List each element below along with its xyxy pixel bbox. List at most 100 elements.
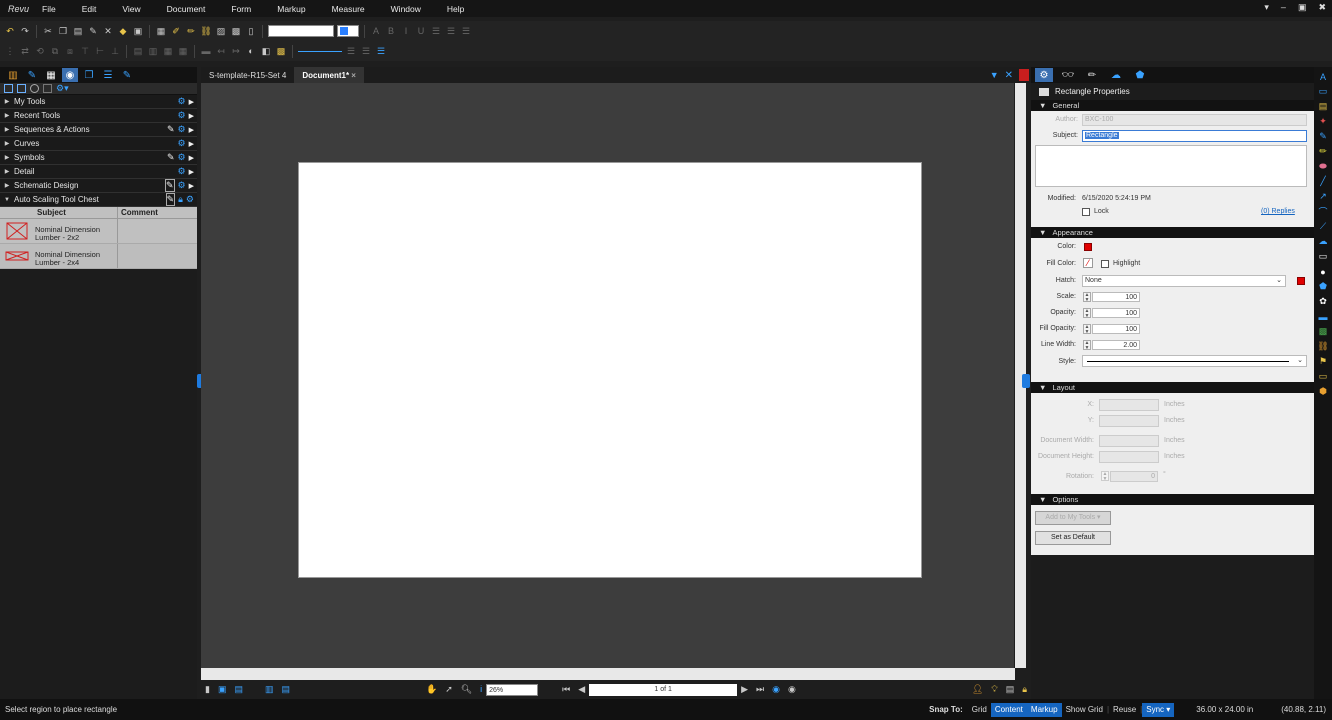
properties-icon[interactable]: ▯ xyxy=(245,25,257,37)
tool-chest-section-auto-scaling[interactable]: ▼ Auto Scaling Tool Chest ✎ 🔒︎ ⚙ xyxy=(0,193,197,207)
font-size-icon[interactable]: A xyxy=(370,25,382,37)
gear-icon[interactable]: ⚙ xyxy=(178,180,186,191)
undo-icon[interactable]: ↶ xyxy=(4,25,16,37)
opacity-spinner[interactable]: ▲ ▼ xyxy=(1083,308,1091,319)
previous-view-icon[interactable]: ◉ xyxy=(772,684,780,695)
gear-icon[interactable]: ⚙ xyxy=(178,96,186,107)
comment-column-header[interactable]: Comment xyxy=(118,207,197,218)
table-row[interactable]: Nominal Dimension Lumber - 2x2 xyxy=(0,219,197,244)
line-end-icon[interactable]: ↦ xyxy=(230,45,242,57)
image-tool-icon[interactable]: ▩ xyxy=(1318,326,1329,337)
document-canvas[interactable] xyxy=(201,83,1014,668)
thumbnails-icon[interactable]: ▦ xyxy=(43,68,59,82)
snap-content-toggle[interactable]: Content xyxy=(990,702,1027,717)
single-page-icon[interactable]: ▮ xyxy=(205,684,210,695)
table-icon[interactable]: ▦ xyxy=(177,45,189,57)
last-page-icon[interactable]: ⏭ xyxy=(756,684,764,695)
underline-icon[interactable]: U xyxy=(415,25,427,37)
gear-icon[interactable]: ⚙ xyxy=(178,110,186,121)
close-window-icon[interactable]: ✖ xyxy=(1318,2,1326,13)
arrow-tool-icon[interactable]: ↗ xyxy=(1318,191,1329,202)
line-style-icon[interactable]: ☰ xyxy=(360,45,372,57)
menu-markup[interactable]: Markup xyxy=(265,4,319,14)
panel-pin-icon[interactable] xyxy=(1019,69,1029,81)
cloud-tool-icon[interactable]: ☁ xyxy=(1318,236,1329,247)
first-page-icon[interactable]: ⏮ xyxy=(562,684,570,695)
opacity-field[interactable]: 100 xyxy=(1092,308,1140,318)
hatch-icon[interactable]: ▩ xyxy=(275,45,287,57)
horizontal-scrollbar[interactable] xyxy=(201,668,1015,680)
text-select-icon[interactable]: Ꭵ xyxy=(480,684,482,695)
split-vertical-icon[interactable]: ▥ xyxy=(265,684,274,695)
capture-icon[interactable]: ▣ xyxy=(132,25,144,37)
note-icon[interactable]: ▤ xyxy=(1318,101,1329,112)
table-row[interactable]: Nominal Dimension Lumber - 2x4 xyxy=(0,244,197,269)
search-tab-icon[interactable]: 👓︎ xyxy=(1059,68,1077,82)
play-icon[interactable]: ▶ xyxy=(189,112,194,120)
menu-form[interactable]: Form xyxy=(219,4,265,14)
flag-icon[interactable]: ⚑ xyxy=(1318,356,1329,367)
layers-icon[interactable]: ❐ xyxy=(81,68,97,82)
close-document-icon[interactable]: ✕ xyxy=(1005,70,1013,81)
snap-markup-toggle[interactable]: Markup xyxy=(1026,702,1062,717)
right-panel-collapse-handle[interactable] xyxy=(1022,374,1030,388)
menu-edit[interactable]: Edit xyxy=(70,4,111,14)
scale-spinner[interactable]: ▲ ▼ xyxy=(1083,292,1091,303)
tool-chest-section-symbols[interactable]: ▶ Symbols ✎ ⚙ ▶ xyxy=(0,151,197,165)
scale-field[interactable]: 100 xyxy=(1092,292,1140,302)
continuous-icon[interactable]: ▣ xyxy=(218,684,227,695)
gear-icon[interactable]: ⚙ xyxy=(178,138,186,149)
fill-icon[interactable]: ◐ xyxy=(245,45,257,57)
reuse-toggle[interactable]: Reuse xyxy=(1109,703,1140,717)
lock-checkbox[interactable] xyxy=(1082,208,1090,216)
pen-icon[interactable]: ✎ xyxy=(167,152,175,163)
link-icon[interactable]: ⛓ xyxy=(200,25,212,37)
tool-chest-settings-icon[interactable]: ⚙▾ xyxy=(56,83,69,94)
align-center-icon[interactable]: ☰ xyxy=(445,25,457,37)
font-color-select[interactable] xyxy=(337,25,359,37)
view-icon[interactable] xyxy=(30,84,39,93)
menu-view[interactable]: View xyxy=(110,4,154,14)
fill-opacity-field[interactable]: 100 xyxy=(1092,324,1140,334)
file-access-icon[interactable]: ▥ xyxy=(5,68,21,82)
line-pattern-icon[interactable]: ☰ xyxy=(375,45,387,57)
measure-tool-icon[interactable]: ▬ xyxy=(1318,311,1329,322)
minimize-icon[interactable]: – xyxy=(1281,2,1286,13)
arrange-back-icon[interactable]: ▥ xyxy=(147,45,159,57)
line-width-field[interactable]: 2.00 xyxy=(1092,340,1140,350)
cloud-plus-icon[interactable]: ✿ xyxy=(1318,296,1329,307)
page-indicator[interactable]: 1 of 1 xyxy=(589,683,738,696)
stamp-icon[interactable]: ◆ xyxy=(117,25,129,37)
align-top-icon[interactable]: ⊤ xyxy=(79,45,91,57)
select-icon[interactable]: ➚ xyxy=(445,684,453,695)
tab-s-template[interactable]: S-template-R15-Set 4 xyxy=(201,67,294,83)
copy-icon[interactable]: ❐ xyxy=(57,25,69,37)
pen-icon[interactable]: ✎ xyxy=(167,124,175,135)
play-icon[interactable]: ▶ xyxy=(189,140,194,148)
text-tool-icon[interactable]: A xyxy=(1318,71,1329,82)
line-width-icon[interactable]: ☰ xyxy=(345,45,357,57)
link-tool-icon[interactable]: ⛓ xyxy=(1317,341,1328,352)
stamp-tool-icon[interactable]: ✦ xyxy=(1318,116,1329,127)
zoom-icon[interactable]: 🔍︎ xyxy=(461,684,472,695)
snapshot-icon[interactable]: ▩ xyxy=(230,25,242,37)
group-icon[interactable]: ⧉ xyxy=(49,45,61,57)
maximize-icon[interactable]: ▣ xyxy=(1298,2,1307,13)
gear-icon[interactable]: ⚙ xyxy=(178,166,186,177)
dash-icon[interactable]: ▬ xyxy=(200,45,212,57)
tool-chest-section-detail[interactable]: ▶ Detail ⚙ ▶ xyxy=(0,165,197,179)
lock-document-icon[interactable]: 🔒︎ xyxy=(1022,684,1027,695)
play-icon[interactable]: ▶ xyxy=(189,154,194,162)
appearance-section-header[interactable]: ▼ Appearance xyxy=(1031,227,1314,238)
paste-icon[interactable]: ▤ xyxy=(72,25,84,37)
bold-icon[interactable]: B xyxy=(385,25,397,37)
pen-icon[interactable]: ✏ xyxy=(185,25,197,37)
gear-icon[interactable]: ⚙ xyxy=(178,152,186,163)
format-painter-icon[interactable]: ✎ xyxy=(87,25,99,37)
show-grid-toggle[interactable]: Show Grid xyxy=(1062,703,1107,717)
font-select[interactable] xyxy=(268,25,334,37)
subject-field[interactable]: Rectangle xyxy=(1082,130,1307,142)
next-page-icon[interactable]: ▶ xyxy=(741,684,748,695)
sets-icon[interactable]: ✎ xyxy=(119,68,135,82)
layout-section-header[interactable]: ▼ Layout xyxy=(1031,382,1314,393)
